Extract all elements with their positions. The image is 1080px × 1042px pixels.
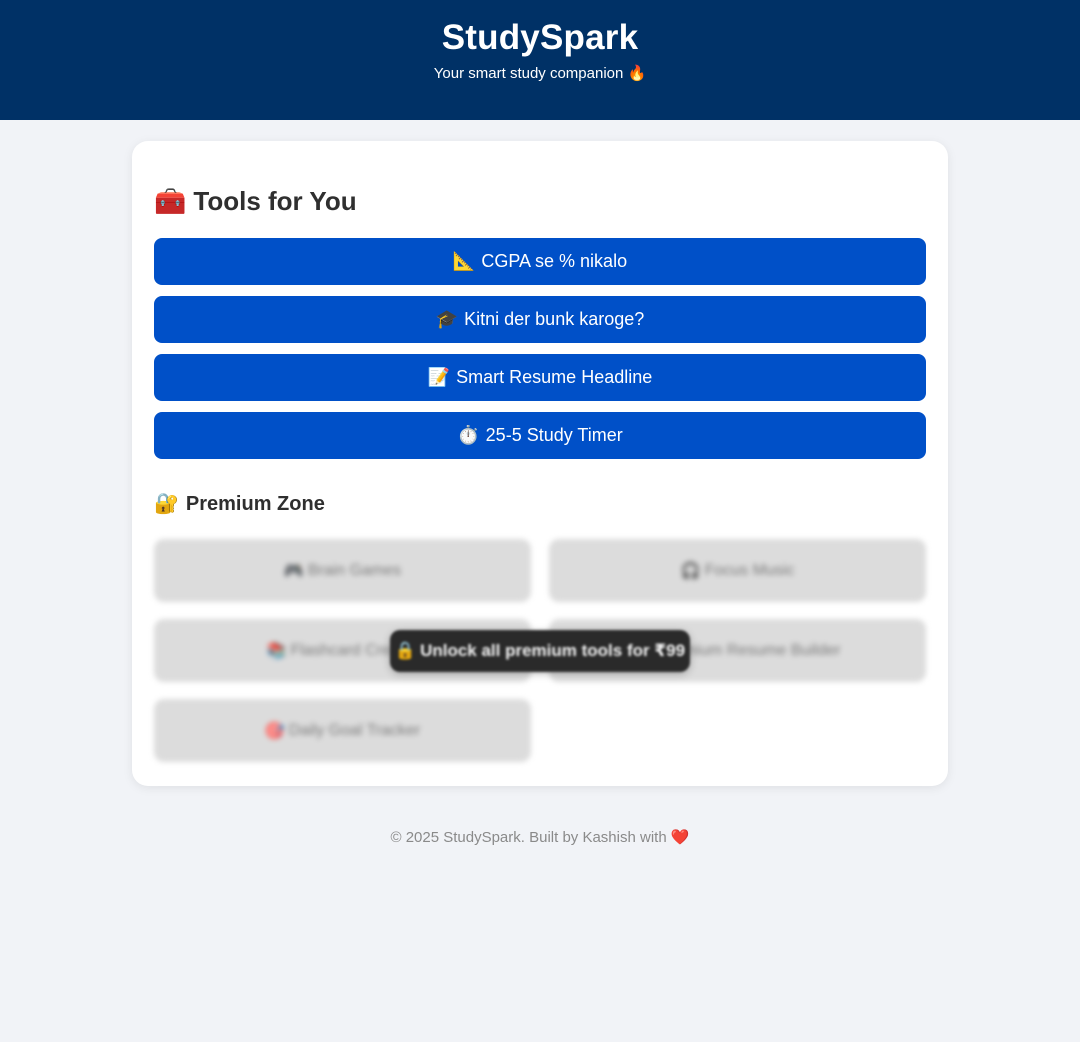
lock-icon: 🔒: [394, 641, 417, 660]
button-label: Smart Resume Headline: [456, 367, 653, 387]
graduation-cap-icon: 🎓: [435, 309, 459, 329]
button-label: CGPA se % nikalo: [481, 251, 628, 271]
app-header: StudySpark Your smart study companion 🔥: [0, 0, 1080, 120]
button-label: Kitni der bunk karoge?: [464, 309, 645, 329]
app-title: StudySpark: [441, 18, 639, 57]
heart-icon: ❤️: [670, 829, 690, 846]
resume-headline-button[interactable]: 📝 Smart Resume Headline: [154, 354, 926, 401]
premium-heading-text: Premium Zone: [185, 493, 325, 515]
tools-heading-text: Tools for You: [193, 186, 357, 216]
premium-item-brain-games: 🎮 Brain Games: [154, 539, 531, 602]
unlock-text: Unlock all premium tools for ₹99: [420, 641, 686, 660]
books-icon: 📚: [266, 642, 287, 660]
premium-item-focus-music: 🎧 Focus Music: [549, 539, 926, 602]
study-timer-button[interactable]: ⏱️ 25-5 Study Timer: [154, 412, 926, 459]
premium-item-label: Brain Games: [307, 561, 402, 579]
locked-with-key-icon: 🔐: [154, 493, 179, 515]
premium-item-label: Daily Goal Tracker: [288, 721, 421, 739]
game-controller-icon: 🎮: [283, 562, 304, 580]
target-icon: 🎯: [264, 722, 285, 740]
app-tagline: Your smart study companion 🔥: [0, 64, 1080, 84]
stopwatch-icon: ⏱️: [457, 425, 480, 445]
button-label: 25-5 Study Timer: [485, 425, 623, 445]
headphones-icon: 🎧: [680, 562, 701, 580]
footer-text: © 2025 StudySpark. Built by Kashish with: [390, 829, 667, 846]
tagline-text: Your smart study companion: [433, 65, 624, 82]
triangle-ruler-icon: 📐: [452, 251, 476, 271]
cgpa-percentage-button[interactable]: 📐 CGPA se % nikalo: [154, 238, 926, 285]
toolbox-icon: 🧰: [154, 186, 187, 216]
tools-heading: 🧰 Tools for You: [154, 185, 357, 217]
main-card: 🧰 Tools for You 📐 CGPA se % nikalo 🎓 Kit…: [132, 141, 948, 786]
fire-icon: 🔥: [627, 65, 647, 82]
unlock-premium-button[interactable]: 🔒 Unlock all premium tools for ₹99: [390, 630, 690, 672]
memo-icon: 📝: [427, 367, 451, 387]
premium-heading: 🔐 Premium Zone: [154, 491, 325, 517]
bunk-calculator-button[interactable]: 🎓 Kitni der bunk karoge?: [154, 296, 926, 343]
premium-item-label: Focus Music: [704, 561, 795, 579]
premium-item-goal-tracker: 🎯 Daily Goal Tracker: [154, 699, 531, 762]
page-footer: © 2025 StudySpark. Built by Kashish with…: [0, 828, 1080, 848]
